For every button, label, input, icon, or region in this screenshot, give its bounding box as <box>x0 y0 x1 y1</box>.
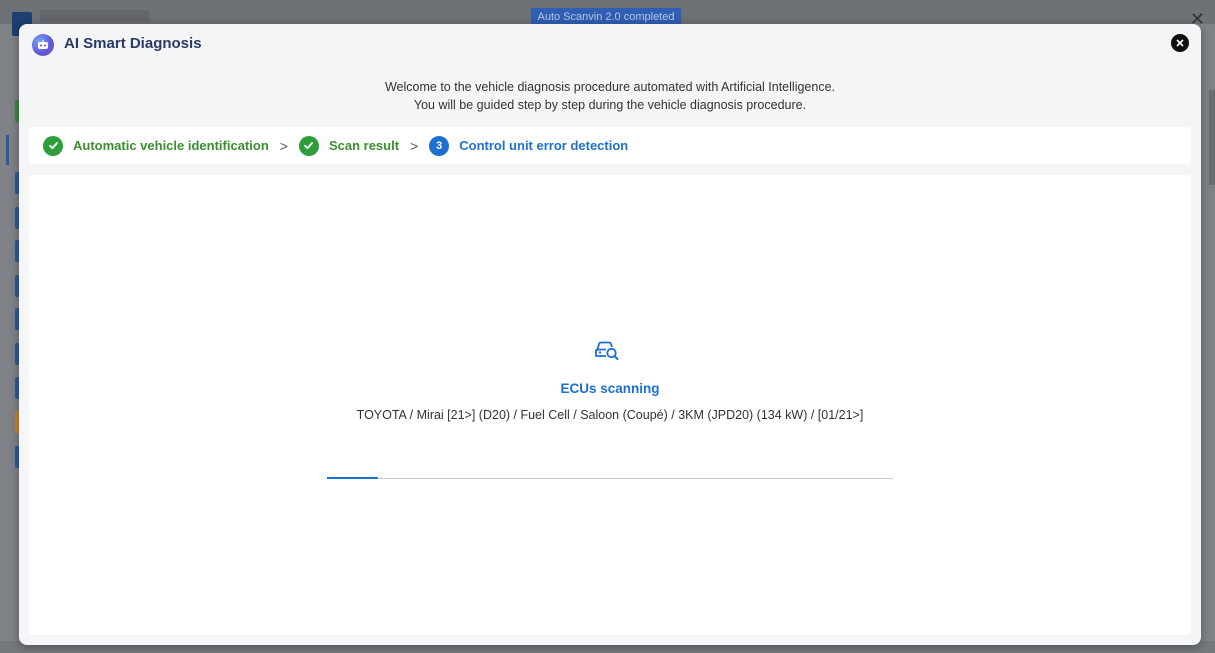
scan-content-panel: ECUs scanning TOYOTA / Mirai [21>] (D20)… <box>29 175 1191 635</box>
step-scan-result[interactable]: Scan result <box>298 135 400 156</box>
step-automatic-vehicle-identification[interactable]: Automatic vehicle identification <box>43 135 269 156</box>
check-circle-icon <box>43 135 63 156</box>
scan-status-title: ECUs scanning <box>560 381 660 396</box>
background-scrollbar <box>1209 90 1215 185</box>
scan-progress-bar <box>327 477 893 479</box>
step-label: Scan result <box>328 138 400 153</box>
step-control-unit-error-detection[interactable]: 3 Control unit error detection <box>429 135 629 156</box>
intro-text: Welcome to the vehicle diagnosis procedu… <box>19 78 1201 114</box>
progress-stepper: Automatic vehicle identification > Scan … <box>29 127 1191 164</box>
close-icon[interactable] <box>1171 34 1189 52</box>
car-search-icon <box>595 341 619 360</box>
step-number-badge: 3 <box>429 135 450 156</box>
background-nav-edge <box>6 135 9 165</box>
step-label: Automatic vehicle identification <box>73 138 269 153</box>
intro-line-2: You will be guided step by step during t… <box>413 98 807 112</box>
step-label: Control unit error detection <box>459 138 629 153</box>
check-circle-icon <box>298 135 319 156</box>
chevron-right-icon: > <box>279 137 288 154</box>
scan-progress-fill <box>327 477 378 479</box>
intro-line-1: Welcome to the vehicle diagnosis procedu… <box>384 80 835 94</box>
chevron-right-icon: > <box>410 137 419 154</box>
dialog-title: AI Smart Diagnosis <box>64 35 202 52</box>
ai-smart-diagnosis-dialog: AI Smart Diagnosis Welcome to the vehicl… <box>19 24 1201 645</box>
dialog-header: AI Smart Diagnosis <box>19 24 1201 66</box>
background-app-name <box>40 10 150 22</box>
vehicle-description: TOYOTA / Mirai [21>] (D20) / Fuel Cell /… <box>356 408 864 422</box>
ai-assistant-icon <box>32 34 54 56</box>
